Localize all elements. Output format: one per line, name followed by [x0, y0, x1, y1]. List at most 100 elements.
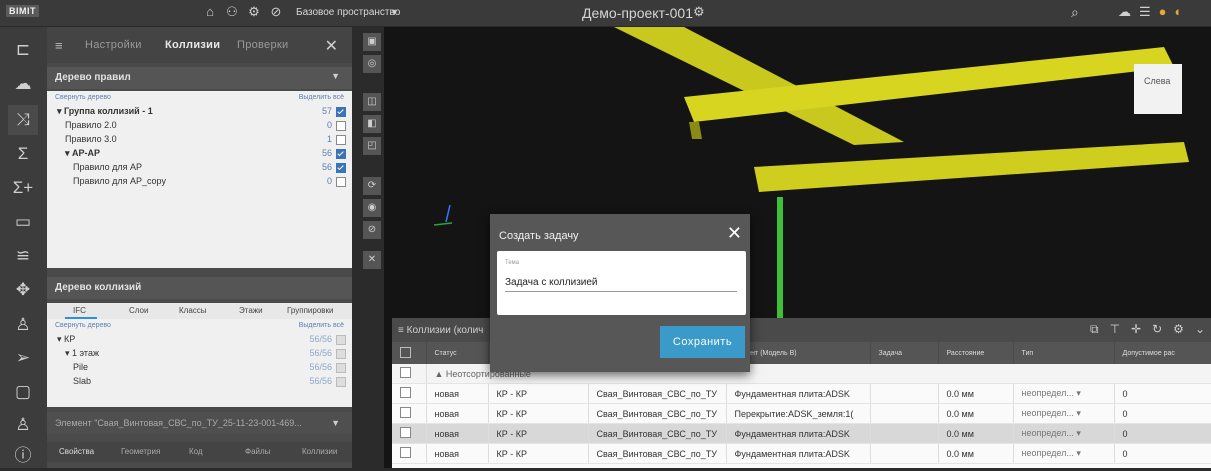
table-row[interactable]: новая КР - КР Свая_Винтовая_СВС_по_ТУ Фунда… [392, 423, 1211, 444]
column-header[interactable]: Задача [870, 342, 939, 364]
rules-tree-header[interactable]: Дерево правил ▼ [47, 67, 352, 89]
allowed-distance-cell[interactable]: 0 [1114, 423, 1211, 444]
tab-collisions[interactable]: Коллизии [165, 39, 220, 51]
collapse-tree-link[interactable]: Свернуть дерево [55, 94, 111, 101]
tree-row[interactable]: Pile 56/56 [47, 361, 352, 375]
tree-row[interactable]: Правило для АР_copy 0 [47, 175, 352, 189]
subject-input[interactable] [505, 273, 737, 292]
element-header[interactable]: Элемент "Свая_Винтовая_СВС_по_ТУ_25-11-2… [47, 412, 352, 434]
space-selector[interactable]: Базовое пространство [296, 7, 400, 18]
tab-element-collisions[interactable]: Коллизии [302, 447, 337, 456]
settings-icon[interactable]: ⚙ [1173, 322, 1184, 337]
users-icon[interactable]: ⚇ [224, 4, 240, 20]
tree-row-checkbox[interactable] [336, 335, 346, 345]
user-search-icon[interactable]: ♙ [8, 310, 38, 340]
row-checkbox[interactable] [392, 423, 427, 444]
close-icon[interactable]: ✕ [727, 223, 742, 244]
allowed-distance-cell[interactable]: 0 [1114, 383, 1211, 404]
sum-icon[interactable]: Σ [8, 139, 38, 169]
save-button[interactable]: Сохранить [660, 326, 745, 358]
tree-row-checkbox[interactable] [336, 377, 346, 387]
building-icon[interactable]: ⌂ [202, 4, 218, 20]
tree-row[interactable]: Правило 2.0 0 [47, 119, 352, 133]
tree-row[interactable]: ▾ Группа коллизий - 1 57 [47, 105, 352, 119]
move-icon[interactable]: ✛ [1131, 322, 1141, 337]
settings-cog-icon[interactable]: ⚙ [246, 4, 262, 20]
document-icon[interactable]: ▭ [8, 207, 38, 237]
notification-bell-icon[interactable]: ● [1159, 4, 1167, 20]
select-all-checkbox[interactable] [392, 342, 427, 364]
collapse-tree-link[interactable]: Свернуть дерево [55, 322, 111, 329]
close-panel-icon[interactable]: ✕ [325, 36, 338, 56]
row-checkbox[interactable] [392, 383, 427, 404]
row-checkbox[interactable] [392, 364, 427, 384]
chevron-down-icon[interactable]: ⌄ [1195, 322, 1205, 337]
eye-icon[interactable]: ◉ [363, 199, 381, 217]
puzzle-icon[interactable]: ✥ [8, 275, 38, 305]
collisions-tree-header[interactable]: Дерево коллизий [47, 277, 352, 299]
tree-row-checkbox[interactable] [336, 349, 346, 359]
tree-row-checkbox[interactable] [336, 135, 346, 145]
type-select[interactable]: неопредел... ▾ [1013, 383, 1115, 404]
refresh-icon[interactable]: ↻ [1152, 322, 1162, 337]
column-header[interactable]: Тип [1013, 342, 1115, 364]
project-settings-icon[interactable]: ⚙ [693, 4, 705, 20]
fit-view-icon[interactable]: ▣ [363, 33, 381, 51]
select-all-link[interactable]: Выделить всё [299, 322, 344, 329]
send-icon[interactable]: ➢ [8, 343, 38, 373]
tree-row-checkbox[interactable] [336, 149, 346, 159]
tree-row[interactable]: Правило для АР 56 [47, 161, 352, 175]
compare-icon[interactable]: ≌ [8, 241, 38, 271]
eye-off-icon[interactable]: ⊘ [363, 221, 381, 239]
subtab-groupings[interactable]: Группировки [287, 306, 334, 315]
tree-row[interactable]: Slab 56/56 [47, 375, 352, 389]
close-square-icon[interactable]: ✕ [363, 251, 381, 269]
allowed-distance-cell[interactable]: 0 [1114, 443, 1211, 464]
type-select[interactable]: неопредел... ▾ [1013, 403, 1115, 424]
cloud-icon[interactable]: ☁ [1118, 4, 1131, 20]
tree-row[interactable]: ▾ 1 этаж 56/56 [47, 347, 352, 361]
select-all-link[interactable]: Выделить всё [299, 94, 344, 101]
rotate-icon[interactable]: ⟳ [363, 177, 381, 195]
type-select[interactable]: неопредел... ▾ [1013, 443, 1115, 464]
tab-code[interactable]: Код [189, 447, 203, 456]
list-icon[interactable]: ☰ [1139, 4, 1151, 20]
tree-row-checkbox[interactable] [336, 163, 346, 173]
table-row[interactable]: новая КР - КР Свая_Винтовая_СВС_по_ТУ Перек… [392, 403, 1211, 424]
tree-row[interactable]: ▾ АР-АР 56 [47, 147, 352, 161]
chevron-down-icon[interactable]: ▼ [331, 418, 340, 428]
tree-row[interactable]: Правило 3.0 1 [47, 133, 352, 147]
tab-files[interactable]: Файлы [245, 447, 270, 456]
layers-icon[interactable]: ◰ [363, 137, 381, 155]
chevron-down-icon[interactable]: ▼ [390, 7, 399, 17]
column-header[interactable]: Расстояние [938, 342, 1014, 364]
search-icon[interactable]: ⌕ [1071, 4, 1079, 21]
column-header[interactable]: Допустимое рас [1114, 342, 1211, 364]
folder-icon[interactable]: ▢ [8, 377, 38, 407]
tree-row-checkbox[interactable] [336, 107, 346, 117]
tab-geometry[interactable]: Геометрия [121, 447, 160, 456]
check-circle-icon[interactable]: ⊘ [268, 4, 284, 20]
subtab-layers[interactable]: Слои [129, 306, 148, 315]
user-menu-icon[interactable]: ◐ [1175, 4, 1183, 20]
row-checkbox[interactable] [392, 443, 427, 464]
cube-icon[interactable]: ◧ [363, 115, 381, 133]
section-icon[interactable]: ◫ [363, 93, 381, 111]
subtab-classes[interactable]: Классы [179, 306, 207, 315]
menu-icon[interactable]: ≡ [55, 38, 63, 53]
chevron-down-icon[interactable]: ▼ [331, 71, 340, 81]
view-cube[interactable]: Слева [1134, 64, 1182, 114]
sum-plus-icon[interactable]: Σ+ [8, 173, 38, 203]
type-select[interactable]: неопредел... ▾ [1013, 423, 1115, 444]
subtab-floors[interactable]: Этажи [239, 306, 263, 315]
table-row[interactable]: новая КР - КР Свая_Винтовая_СВС_по_ТУ Фунда… [392, 383, 1211, 404]
tab-settings[interactable]: Настройки [85, 39, 142, 51]
tree-row-checkbox[interactable] [336, 363, 346, 373]
tree-row-checkbox[interactable] [336, 121, 346, 131]
target-icon[interactable]: ◎ [363, 55, 381, 73]
tab-checks[interactable]: Проверки [237, 39, 288, 51]
tree-row-checkbox[interactable] [336, 177, 346, 187]
table-row[interactable]: новая КР - КР Свая_Винтовая_СВС_по_ТУ Фунда… [392, 443, 1211, 464]
shuffle-collisions-icon[interactable]: ⤨ [8, 105, 38, 135]
tree-row[interactable]: ▾ КР 56/56 [47, 333, 352, 347]
